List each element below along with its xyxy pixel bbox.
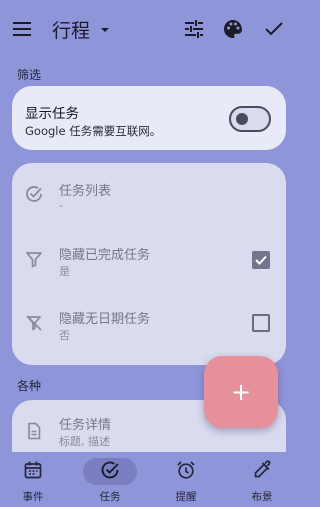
alarm-icon xyxy=(177,461,195,479)
nav-reminders-label: 提醒 xyxy=(175,491,197,503)
nav-events-label: 事件 xyxy=(22,491,44,503)
app-bar: 行程 xyxy=(0,0,290,58)
task-details-title: 任务详情 xyxy=(59,418,112,433)
plus-label: + xyxy=(230,378,252,406)
nav-theme-label: 布景 xyxy=(251,491,273,503)
menu-icon[interactable] xyxy=(10,17,34,41)
show-tasks-title: 显示任务 xyxy=(25,106,79,122)
task-details-value: 标题, 描述 xyxy=(59,435,110,448)
toggle-knob xyxy=(236,113,248,125)
nav-events[interactable]: 事件 xyxy=(0,452,69,507)
check-circle-icon xyxy=(26,186,42,202)
hide-completed-value: 是 xyxy=(59,265,70,278)
hide-undated-checkbox[interactable] xyxy=(252,314,270,332)
chevron-down-icon xyxy=(101,27,110,32)
check-icon[interactable] xyxy=(262,17,286,41)
calendar-icon xyxy=(24,461,42,479)
nav-tasks[interactable]: 任务 xyxy=(74,452,146,507)
task-list-value: - xyxy=(59,199,63,212)
calendar-off-icon xyxy=(26,315,42,331)
nav-theme[interactable]: 布景 xyxy=(226,452,298,507)
show-tasks-toggle[interactable] xyxy=(229,106,271,132)
tune-icon[interactable] xyxy=(182,17,206,41)
section-misc-label: 各种 xyxy=(17,379,42,393)
calendar-selector[interactable]: 行程 xyxy=(52,16,111,43)
nav-reminders[interactable]: 提醒 xyxy=(150,452,222,507)
hide-completed-title: 隐藏已完成任务 xyxy=(59,248,151,263)
hide-undated-title: 隐藏无日期任务 xyxy=(59,312,151,327)
task-check-icon xyxy=(101,461,119,479)
filter-icon xyxy=(26,252,42,268)
hide-completed-checkbox[interactable] xyxy=(252,251,270,269)
show-tasks-subtitle: Google 任务需要互联网。 xyxy=(25,124,162,138)
task-list-title: 任务列表 xyxy=(59,184,112,199)
checkmark-icon xyxy=(255,255,267,265)
hide-undated-value: 否 xyxy=(59,329,70,342)
nav-tasks-label: 任务 xyxy=(99,491,121,503)
task-settings-card xyxy=(12,163,286,365)
section-filter-label: 筛选 xyxy=(17,68,42,82)
page-title: 行程 xyxy=(52,20,91,42)
document-icon xyxy=(28,422,41,440)
eyedropper-icon xyxy=(254,460,271,478)
add-button[interactable]: + xyxy=(204,356,278,428)
palette-icon[interactable] xyxy=(221,17,245,41)
